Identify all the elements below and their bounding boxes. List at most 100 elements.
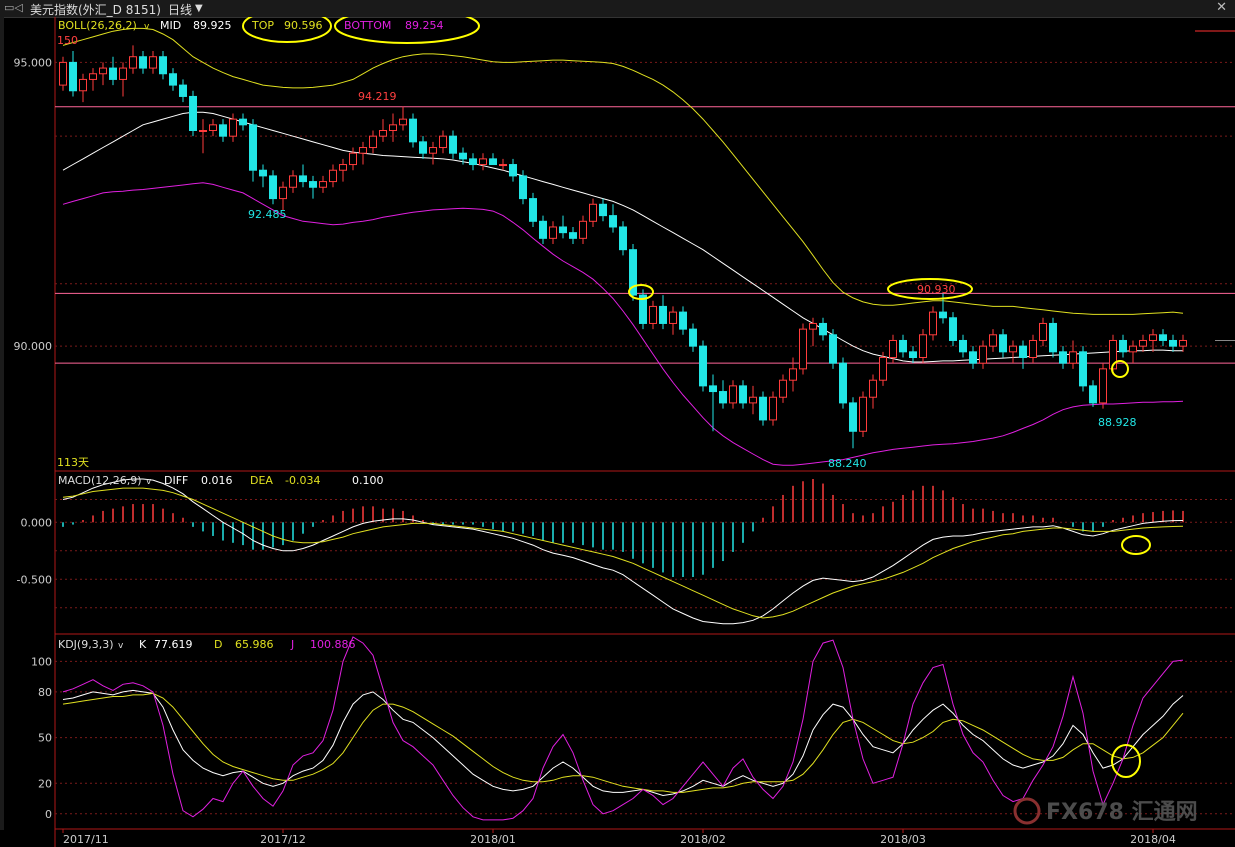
axis-labels: 90.000 95.000 0.000 -0.500 0 20 50 80 100 2017/11… — [14, 56, 1176, 846]
candle-up — [1029, 339, 1037, 359]
chevron-down-icon[interactable]: ▼ — [195, 3, 203, 14]
candle-down — [299, 175, 307, 183]
candle-up — [289, 175, 297, 188]
candle-down — [999, 334, 1007, 353]
macd-diff-value: 0.016 — [201, 474, 233, 487]
candle-up — [1139, 339, 1147, 347]
annotation-94219: 94.219 — [358, 90, 397, 103]
kdj-j-label: J — [290, 638, 294, 651]
kdj-tick-label: 80 — [38, 686, 52, 699]
macd-name[interactable]: MACD(12,26,9) — [58, 474, 142, 487]
candle-up — [579, 220, 587, 239]
candle-down — [259, 169, 267, 177]
price-panel — [55, 27, 1235, 466]
candle-down — [719, 391, 727, 404]
kdj-name[interactable]: KDJ(9,3,3) — [58, 638, 114, 651]
candle-down — [249, 124, 257, 171]
kdj-j-value: 100.886 — [310, 638, 356, 651]
chevron-down-icon[interactable]: v — [118, 641, 124, 651]
kdj-tick-label: 50 — [38, 732, 52, 745]
kdj-k-line — [62, 689, 1184, 797]
candle-up — [499, 164, 507, 167]
x-tick-label: 2018/02 — [680, 833, 726, 846]
candle-up — [989, 334, 997, 347]
kdj-k-label: K — [139, 638, 147, 651]
candle-down — [1059, 351, 1067, 364]
candle-down — [239, 118, 247, 126]
candle-up — [729, 385, 737, 404]
days-label: 113天 — [57, 456, 89, 469]
candle-down — [599, 203, 607, 217]
candle-down — [559, 226, 567, 234]
chart-area[interactable]: 90.000 95.000 0.000 -0.500 0 20 50 80 100 2017/11… — [0, 17, 1235, 847]
candle-up — [789, 368, 797, 381]
candle-down — [309, 181, 317, 188]
candle-down — [139, 56, 147, 69]
candle-down — [619, 226, 627, 251]
macd-dea-value: -0.034 — [285, 474, 320, 487]
price-tick-label: 95.000 — [14, 56, 53, 69]
title-bar: ▭◁ 美元指数(外汇_D 8151) 日线 ▼ ✕ — [0, 0, 1235, 18]
candle-down — [179, 84, 187, 97]
candle-up — [389, 124, 397, 131]
candle-up — [1069, 351, 1077, 364]
close-icon[interactable]: ✕ — [1216, 0, 1227, 15]
candle-down — [1119, 339, 1127, 353]
highlight-circle-macd — [1121, 535, 1151, 555]
candle-down — [109, 67, 117, 80]
candle-down — [1019, 345, 1027, 358]
candle-down — [469, 158, 477, 166]
candle-down — [409, 118, 417, 143]
macd-dea-label: DEA — [250, 474, 273, 487]
window-icon: ▭◁ — [4, 1, 23, 14]
candle-up — [1149, 334, 1157, 341]
candle-down — [689, 328, 697, 347]
candle-up — [769, 396, 777, 421]
chevron-down-icon[interactable]: v — [144, 22, 150, 32]
candle-up — [129, 56, 137, 69]
candle-up — [319, 181, 327, 188]
price-tick-label: 90.000 — [14, 340, 53, 353]
candle-down — [939, 311, 947, 319]
candle-up — [209, 124, 217, 131]
boll-bottom-label: BOTTOM — [344, 19, 391, 32]
candle-down — [609, 215, 617, 228]
candle-up — [199, 130, 207, 132]
candle-up — [439, 135, 447, 149]
candle-down — [169, 73, 177, 86]
candle-up — [79, 78, 87, 92]
candle-up — [799, 328, 807, 370]
boll-name[interactable]: BOLL(26,26,2) — [58, 19, 137, 32]
boll-mid-value: 89.925 — [193, 19, 232, 32]
candle-down — [1169, 339, 1177, 347]
candle-down — [899, 339, 907, 353]
candle-down — [1159, 334, 1167, 341]
macd-dea-line — [62, 487, 1184, 619]
annotation-88928: 88.928 — [1098, 416, 1137, 429]
candle-down — [739, 385, 747, 404]
candle-down — [189, 95, 197, 131]
kdj-d-label: D — [214, 638, 222, 651]
period-selector[interactable]: 日线 — [168, 1, 192, 18]
kdj-k-value: 77.619 — [154, 638, 193, 651]
candle-up — [1179, 339, 1187, 347]
candle-up — [669, 311, 677, 324]
macd-tick-label: -0.500 — [17, 573, 52, 586]
annotation-92485: 92.485 — [248, 208, 287, 221]
candle-up — [1099, 368, 1107, 404]
kdj-d-line — [62, 692, 1184, 793]
chevron-down-icon[interactable]: v — [146, 477, 152, 487]
candle-up — [119, 67, 127, 80]
candle-down — [949, 317, 957, 341]
candle-down — [1049, 322, 1057, 353]
annotation-88240: 88.240 — [828, 457, 867, 470]
candle-up — [399, 118, 407, 126]
boll-top-value: 90.596 — [284, 19, 323, 32]
watermark: FX678 汇通网 — [1013, 797, 1198, 825]
candle-up — [649, 305, 657, 324]
candle-down — [539, 220, 547, 239]
macd-panel — [62, 478, 1184, 625]
candle-up — [329, 169, 337, 183]
annotation-90930: 90.930 — [917, 283, 956, 296]
macd-diff-label: DIFF — [164, 474, 188, 487]
